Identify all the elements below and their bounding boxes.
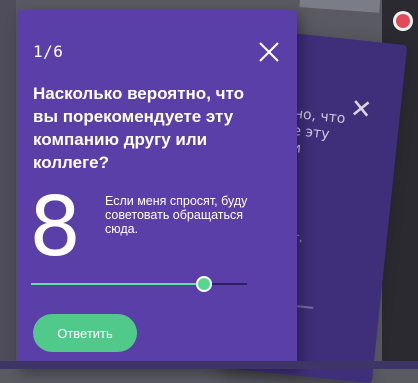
question-counter: 1/6 — [33, 42, 64, 61]
close-button[interactable] — [257, 40, 281, 64]
slider-thumb[interactable] — [196, 276, 212, 292]
slider-fill — [31, 283, 204, 285]
score-description: Если меня спросят, буду советовать обращ… — [105, 194, 248, 236]
background-close-icon: ✕ — [348, 93, 374, 126]
submit-button[interactable]: Ответить — [33, 314, 137, 352]
background-card-top — [299, 0, 381, 13]
survey-card: 1/6 Насколько вероятно, что вы порекомен… — [17, 10, 297, 369]
notification-badge-icon — [396, 14, 410, 28]
score-slider[interactable] — [31, 276, 247, 292]
page-bottom-bar — [0, 361, 418, 369]
close-icon — [259, 42, 279, 62]
background-left — [0, 0, 16, 369]
score-value: 8 — [29, 180, 82, 275]
question-text: Насколько вероятно, что вы порекомендует… — [33, 84, 244, 172]
